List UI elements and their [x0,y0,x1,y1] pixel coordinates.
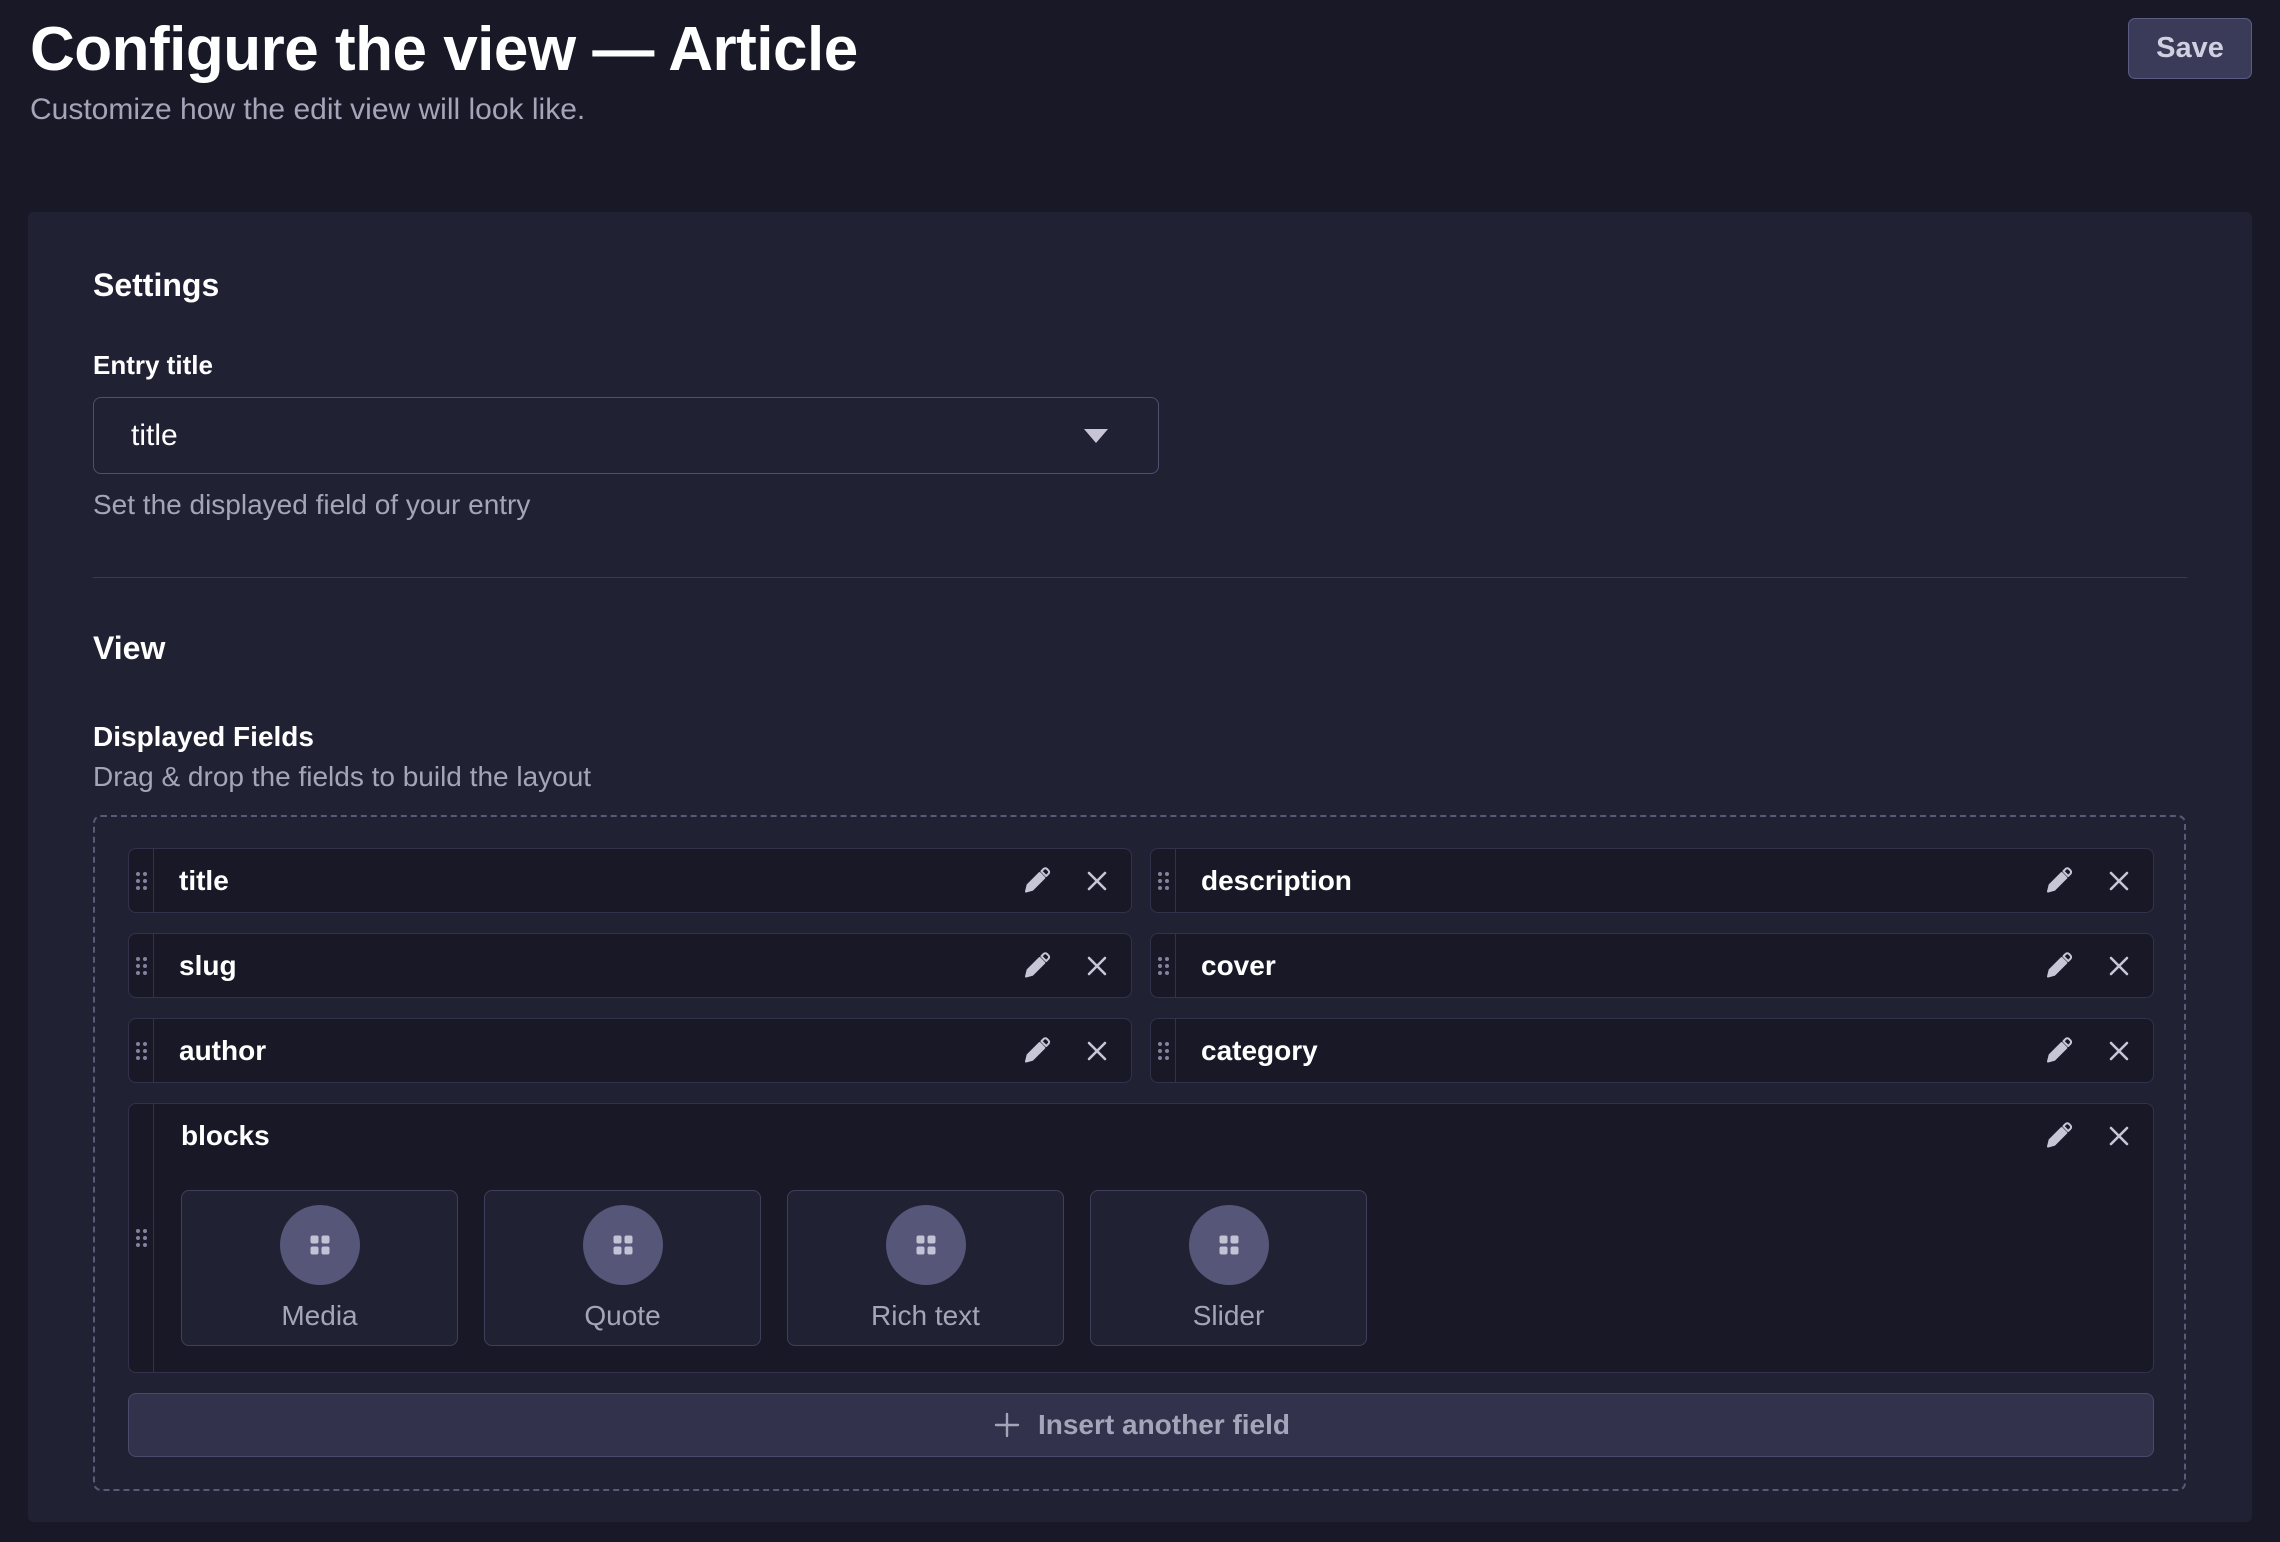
drag-handle[interactable] [129,1019,154,1082]
entry-title-label: Entry title [93,350,2187,381]
cross-icon [2104,1036,2134,1066]
component-card-slider[interactable]: Slider [1090,1190,1367,1346]
remove-field-button[interactable] [2104,1121,2134,1151]
field-row-title[interactable]: title [128,848,1132,913]
remove-field-button[interactable] [2104,866,2134,896]
component-cards: Media Quote Rich text [181,1190,2134,1346]
component-card-label: Slider [1193,1300,1265,1332]
field-row-description[interactable]: description [1150,848,2154,913]
grid-icon [1215,1231,1243,1259]
remove-field-button[interactable] [1082,951,1112,981]
page-header: Configure the view — Article Customize h… [0,0,2280,127]
entry-title-select[interactable]: title [93,397,1159,474]
entry-title-value: title [131,419,178,453]
field-row-author[interactable]: author [128,1018,1132,1083]
pencil-icon [2042,1120,2074,1152]
component-icon-circle [1189,1205,1269,1285]
drag-handle[interactable] [1151,1019,1176,1082]
pencil-icon [1020,865,1052,897]
insert-another-field-button[interactable]: Insert another field [128,1393,2154,1457]
cross-icon [2104,951,2134,981]
cross-icon [2104,1121,2134,1151]
component-icon-circle [583,1205,663,1285]
insert-another-field-label: Insert another field [1038,1409,1290,1441]
field-label: blocks [181,1120,2042,1152]
field-row-slug[interactable]: slug [128,933,1132,998]
section-divider [93,577,2187,578]
chevron-down-icon [1084,429,1108,443]
page-subtitle: Customize how the edit view will look li… [30,93,2252,127]
component-card-rich-text[interactable]: Rich text [787,1190,1064,1346]
settings-heading: Settings [93,267,2187,304]
field-label: description [1201,865,2042,897]
edit-field-button[interactable] [1020,865,1052,897]
field-label: category [1201,1035,2042,1067]
displayed-fields-hint: Drag & drop the fields to build the layo… [93,761,2187,793]
remove-field-button[interactable] [1082,866,1112,896]
pencil-icon [1020,950,1052,982]
component-card-label: Quote [584,1300,660,1332]
component-card-quote[interactable]: Quote [484,1190,761,1346]
edit-field-button[interactable] [1020,950,1052,982]
remove-field-button[interactable] [2104,1036,2134,1066]
field-row-category[interactable]: category [1150,1018,2154,1083]
entry-title-field: Entry title title Set the displayed fiel… [93,350,2187,521]
entry-title-helper: Set the displayed field of your entry [93,489,2187,521]
drag-handle[interactable] [1151,849,1176,912]
pencil-icon [2042,865,2074,897]
component-icon-circle [280,1205,360,1285]
field-row-blocks[interactable]: blocks Media [128,1103,2154,1373]
drag-handle[interactable] [129,1104,154,1372]
component-icon-circle [886,1205,966,1285]
component-card-label: Media [281,1300,357,1332]
cross-icon [2104,866,2134,896]
plus-icon [992,1410,1022,1440]
drag-handle[interactable] [129,849,154,912]
field-row-cover[interactable]: cover [1150,933,2154,998]
blocks-content: blocks Media [154,1104,2153,1372]
component-card-label: Rich text [871,1300,980,1332]
edit-field-button[interactable] [2042,1035,2074,1067]
cross-icon [1082,866,1112,896]
grid-icon [912,1231,940,1259]
field-label: slug [179,950,1020,982]
view-heading: View [93,630,2187,667]
pencil-icon [2042,1035,2074,1067]
drag-handle[interactable] [129,934,154,997]
edit-field-button[interactable] [2042,950,2074,982]
field-label: cover [1201,950,2042,982]
configuration-panel: Settings Entry title title Set the displ… [28,212,2252,1522]
component-card-media[interactable]: Media [181,1190,458,1346]
grid-icon [609,1231,637,1259]
cross-icon [1082,951,1112,981]
edit-field-button[interactable] [2042,1120,2074,1152]
remove-field-button[interactable] [2104,951,2134,981]
page-title: Configure the view — Article [30,14,2252,85]
edit-field-button[interactable] [2042,865,2074,897]
pencil-icon [2042,950,2074,982]
field-label: author [179,1035,1020,1067]
remove-field-button[interactable] [1082,1036,1112,1066]
edit-field-button[interactable] [1020,1035,1052,1067]
fields-dropzone: title description [93,815,2186,1491]
drag-handle[interactable] [1151,934,1176,997]
pencil-icon [1020,1035,1052,1067]
grid-icon [306,1231,334,1259]
displayed-fields-label: Displayed Fields [93,721,2187,753]
cross-icon [1082,1036,1112,1066]
field-label: title [179,865,1020,897]
save-button[interactable]: Save [2128,18,2252,79]
